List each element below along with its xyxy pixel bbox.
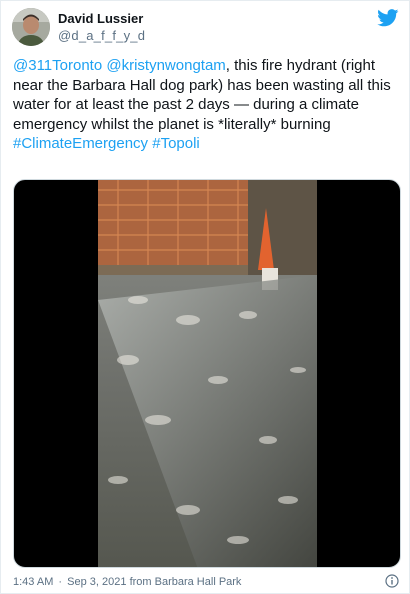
tweet-video[interactable]: [13, 179, 401, 568]
tweet-time[interactable]: 1:43 AM: [13, 576, 53, 588]
author-handle[interactable]: @d_a_f_f_y_d: [58, 28, 145, 44]
mention-311toronto[interactable]: @311Toronto: [13, 57, 102, 74]
info-icon[interactable]: [385, 574, 399, 588]
video-frame-image: [98, 180, 317, 567]
hashtag-topoli[interactable]: #Topoli: [152, 135, 200, 152]
meta-separator: ·: [58, 576, 63, 588]
mention-kristynwongtam[interactable]: @kristynwongtam: [106, 57, 225, 74]
twitter-bird-icon[interactable]: [377, 9, 399, 27]
tweet-date[interactable]: Sep 3, 2021: [67, 576, 126, 588]
author-display-name[interactable]: David Lussier: [58, 11, 143, 27]
tweet-card: David Lussier @d_a_f_f_y_d @311Toronto @…: [0, 0, 410, 594]
avatar[interactable]: [12, 8, 50, 46]
hashtag-climateemergency[interactable]: #ClimateEmergency: [13, 135, 148, 152]
tweet-text: @311Toronto @kristynwongtam, this fire h…: [13, 56, 403, 154]
tweet-metadata: 1:43 AM · Sep 3, 2021 from Barbara Hall …: [13, 575, 241, 589]
tweet-source[interactable]: from Barbara Hall Park: [130, 576, 242, 588]
